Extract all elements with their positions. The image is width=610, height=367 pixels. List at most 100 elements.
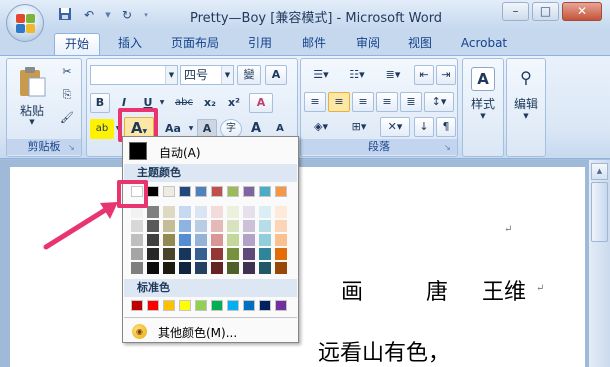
theme-shade-swatch[interactable] [243,220,255,232]
theme-shade-swatch[interactable] [211,206,223,218]
phonetic-guide-button[interactable]: 變 [237,65,261,85]
automatic-color-option[interactable]: 自动(A) [125,139,296,163]
office-button[interactable] [6,4,44,42]
scroll-thumb[interactable] [591,182,608,242]
redo-icon[interactable]: ↻ [118,7,136,23]
theme-shade-swatch[interactable] [227,234,239,246]
theme-shade-swatch[interactable] [195,206,207,218]
theme-color-swatch[interactable] [275,186,287,197]
standard-color-swatch[interactable] [243,300,255,311]
theme-shade-swatch[interactable] [211,234,223,246]
decrease-indent-icon[interactable]: ⇤ [414,65,434,85]
numbering-icon[interactable]: ☷▾ [340,65,374,85]
styles-button[interactable]: A 样式 ▼ [465,64,501,134]
standard-color-swatch[interactable] [147,300,159,311]
shading-icon[interactable]: ◈▾ [304,117,338,137]
theme-color-swatch[interactable] [227,186,239,197]
theme-shade-swatch[interactable] [163,234,175,246]
minimize-button[interactable]: – [502,2,529,21]
tab-review[interactable]: 审阅 [346,33,390,55]
scroll-up-icon[interactable]: ▲ [591,163,608,180]
justify-icon[interactable]: ≡ [376,92,398,112]
theme-shade-swatch[interactable] [179,262,191,274]
line-spacing-icon[interactable]: ↕▾ [424,92,454,112]
standard-color-swatch[interactable] [227,300,239,311]
bold-button[interactable]: B [90,93,110,113]
standard-color-swatch[interactable] [131,300,143,311]
standard-color-swatch[interactable] [211,300,223,311]
highlight-color-button[interactable]: ab [90,119,114,139]
standard-color-swatch[interactable] [195,300,207,311]
theme-shade-swatch[interactable] [275,206,287,218]
underline-dropdown-icon[interactable]: ▼ [158,93,166,113]
font-size-dropdown-icon[interactable]: ▼ [221,66,233,84]
editing-button[interactable]: ⚲ 编辑 ▼ [509,64,543,134]
show-marks-icon[interactable]: ¶ [436,117,456,137]
theme-shade-swatch[interactable] [259,206,271,218]
strikethrough-button[interactable]: abc [171,93,197,113]
theme-shade-swatch[interactable] [275,234,287,246]
theme-shade-swatch[interactable] [259,220,271,232]
theme-shade-swatch[interactable] [227,262,239,274]
distributed-icon[interactable]: ≣ [400,92,422,112]
theme-shade-swatch[interactable] [195,234,207,246]
tab-home[interactable]: 开始 [54,33,100,55]
theme-shade-swatch[interactable] [211,220,223,232]
theme-shade-swatch[interactable] [243,248,255,260]
font-name-combo[interactable]: ▼ [90,65,178,85]
theme-shade-swatch[interactable] [163,248,175,260]
theme-shade-swatch[interactable] [211,248,223,260]
theme-shade-swatch[interactable] [163,220,175,232]
customize-qat-icon[interactable]: ▾ [142,7,150,23]
theme-shade-swatch[interactable] [259,262,271,274]
theme-shade-swatch[interactable] [195,220,207,232]
theme-shade-swatch[interactable] [179,248,191,260]
theme-shade-swatch[interactable] [195,262,207,274]
more-colors-option[interactable]: 其他颜色(M)... [158,324,237,341]
copy-icon[interactable]: ⎘ [57,85,77,105]
theme-shade-swatch[interactable] [259,234,271,246]
chinese-layout-icon[interactable]: ✕▾ [380,117,410,137]
align-center-icon[interactable]: ≡ [328,92,350,112]
tab-acrobat[interactable]: Acrobat [452,33,516,55]
clear-formatting-button[interactable]: A [249,93,273,113]
paste-button[interactable]: 粘贴 ▼ [12,62,52,132]
theme-shade-swatch[interactable] [243,262,255,274]
font-size-combo[interactable]: 四号 ▼ [180,65,234,85]
cut-icon[interactable]: ✂ [57,62,77,82]
char-border-button[interactable]: A [265,65,287,85]
clipboard-launcher-icon[interactable]: ↘ [68,143,78,153]
theme-shade-swatch[interactable] [275,248,287,260]
superscript-button[interactable]: x² [223,93,245,113]
theme-color-swatch[interactable] [163,186,175,197]
theme-shade-swatch[interactable] [179,234,191,246]
subscript-button[interactable]: x₂ [199,93,221,113]
theme-shade-swatch[interactable] [179,206,191,218]
theme-shade-swatch[interactable] [179,220,191,232]
theme-shade-swatch[interactable] [227,206,239,218]
save-icon[interactable] [56,7,74,23]
format-painter-icon[interactable]: 🖌 [57,108,77,128]
theme-shade-swatch[interactable] [275,262,287,274]
vertical-scrollbar[interactable]: ▲ [588,160,610,367]
theme-color-swatch[interactable] [195,186,207,197]
undo-icon[interactable]: ↶ [80,7,98,23]
theme-shade-swatch[interactable] [227,248,239,260]
theme-color-swatch[interactable] [211,186,223,197]
theme-shade-swatch[interactable] [227,220,239,232]
align-left-icon[interactable]: ≡ [304,92,326,112]
font-name-dropdown-icon[interactable]: ▼ [165,66,177,84]
theme-color-swatch[interactable] [179,186,191,197]
theme-color-swatch[interactable] [243,186,255,197]
theme-shade-swatch[interactable] [163,206,175,218]
increase-indent-icon[interactable]: ⇥ [436,65,456,85]
standard-color-swatch[interactable] [275,300,287,311]
standard-color-swatch[interactable] [163,300,175,311]
standard-color-swatch[interactable] [179,300,191,311]
borders-icon[interactable]: ⊞▾ [342,117,376,137]
theme-color-swatch[interactable] [259,186,271,197]
theme-shade-swatch[interactable] [163,262,175,274]
sort-icon[interactable]: ↓ [414,117,434,137]
undo-dropdown-icon[interactable]: ▼ [104,7,112,23]
multilevel-list-icon[interactable]: ≣▾ [376,65,410,85]
